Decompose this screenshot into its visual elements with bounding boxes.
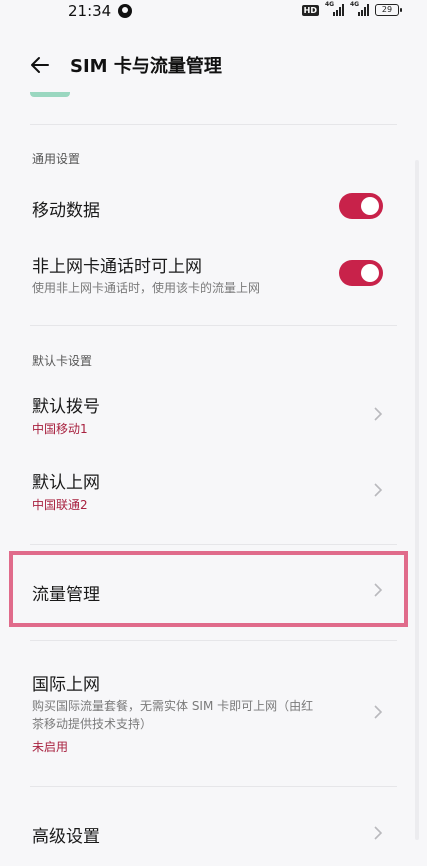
mobile-data-label: 移动数据	[32, 201, 100, 221]
scrollbar[interactable]	[415, 160, 419, 840]
international-desc-line2: 茶移动提供技术支持）	[32, 717, 153, 731]
international-status: 未启用	[32, 740, 69, 754]
international-roaming-row[interactable]: 国际上网 购买国际流量套餐，无需实体 SIM 卡即可上网（由红 茶移动提供技术支…	[0, 664, 415, 760]
default-data-value: 中国联通2	[32, 498, 88, 512]
highlight-box	[9, 551, 408, 627]
battery-icon: 29	[375, 4, 402, 16]
chevron-right-icon	[374, 483, 383, 497]
chevron-right-icon	[374, 705, 383, 719]
default-dial-row[interactable]: 默认拨号 中国移动1	[0, 384, 415, 446]
notification-app-icon	[118, 4, 132, 18]
call-data-label: 非上网卡通话时可上网	[32, 257, 202, 277]
status-icons: HD 4G 4G 29	[301, 1, 402, 16]
international-label: 国际上网	[32, 675, 100, 695]
international-desc-line1: 购买国际流量套餐，无需实体 SIM 卡即可上网（由红	[32, 699, 314, 713]
call-data-row[interactable]: 非上网卡通话时可上网 使用非上网卡通话时，使用该卡的流量上网	[0, 246, 415, 306]
divider	[30, 124, 397, 125]
previous-item-remnant	[30, 92, 70, 97]
divider	[30, 544, 397, 545]
status-time: 21:34	[68, 2, 112, 20]
advanced-settings-label: 高级设置	[32, 827, 100, 847]
status-bar: 21:34 HD 4G 4G 29	[0, 0, 427, 24]
default-dial-label: 默认拨号	[32, 397, 100, 417]
page-title: SIM 卡与流量管理	[70, 56, 222, 77]
call-data-toggle[interactable]	[339, 260, 383, 286]
default-data-label: 默认上网	[32, 473, 100, 493]
call-data-description: 使用非上网卡通话时，使用该卡的流量上网	[32, 281, 261, 295]
header: SIM 卡与流量管理	[0, 40, 427, 90]
default-dial-value: 中国移动1	[32, 422, 88, 436]
signal-sim2-icon: 4G	[350, 1, 369, 16]
divider	[30, 786, 397, 787]
signal-sim1-icon: 4G	[325, 1, 344, 16]
hd-volte-icon: HD	[301, 4, 319, 16]
mobile-data-toggle[interactable]	[339, 193, 383, 219]
divider	[30, 325, 397, 326]
section-title-default-card: 默认卡设置	[32, 354, 93, 368]
mobile-data-row[interactable]: 移动数据	[0, 180, 415, 232]
section-title-general: 通用设置	[32, 152, 81, 166]
divider	[30, 640, 397, 641]
advanced-settings-row[interactable]: 高级设置	[0, 808, 415, 860]
default-data-row[interactable]: 默认上网 中国联通2	[0, 460, 415, 522]
chevron-right-icon	[374, 407, 383, 421]
back-arrow-icon[interactable]	[28, 53, 52, 77]
chevron-right-icon	[374, 826, 383, 840]
